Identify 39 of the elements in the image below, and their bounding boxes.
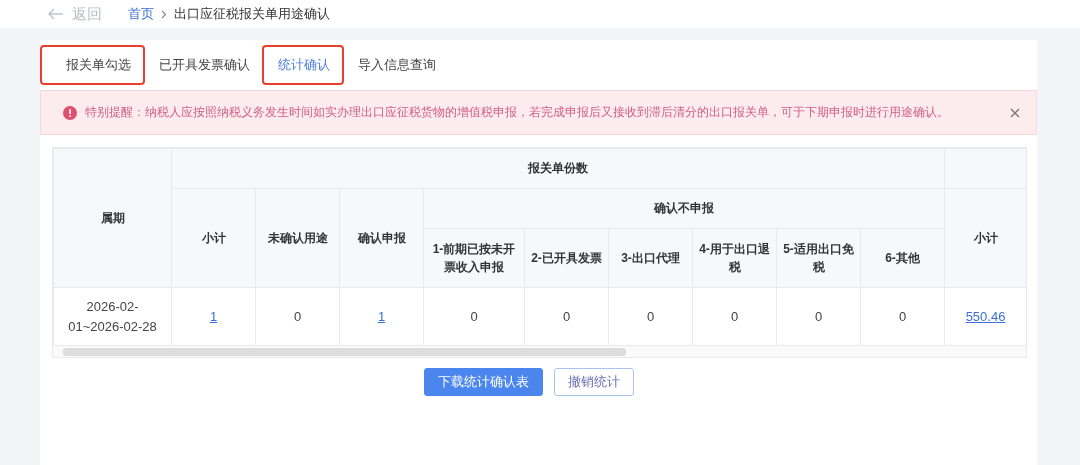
warning-icon	[63, 105, 77, 120]
chevron-right-icon	[161, 9, 167, 19]
table-cell: 0	[293, 309, 302, 324]
table-cell: 0	[470, 309, 478, 324]
column-header: 3-出口代理	[621, 251, 680, 265]
column-header: 1-前期已按未开票收入申报	[432, 242, 516, 274]
close-icon[interactable]	[1010, 107, 1020, 118]
column-header: 4-用于出口退税	[699, 242, 770, 274]
alert-message: 特别提醒：纳税人应按照纳税义务发生时间如实办理出口应征税货物的增值税申报，若完成申报后又接收到滞后清分的出口报关单，可于下期申报时进行用途确认。	[85, 104, 950, 121]
breadcrumb-link[interactable]: 首页	[128, 5, 154, 23]
column-header: 5-适用出口免税	[783, 242, 854, 274]
column-group-header: 确认不申报	[654, 201, 714, 215]
table-cell-link[interactable]: 1	[209, 309, 218, 324]
scrollbar-thumb[interactable]	[63, 348, 626, 356]
column-header: 小计	[201, 230, 226, 245]
cancel-button[interactable]: 撤销统计	[553, 368, 634, 396]
table-cell: 0	[898, 309, 907, 324]
column-header: 属期	[100, 210, 125, 225]
table-cell: 0	[814, 309, 823, 324]
tab[interactable]: 导入信息查询	[342, 45, 450, 85]
column-header: 确认申报	[357, 230, 406, 245]
column-group-header: 报关单份数	[528, 161, 588, 175]
column-header: 6-其他	[885, 251, 920, 265]
column-header: 小计	[973, 230, 998, 245]
back-arrow-icon	[48, 8, 64, 20]
breadcrumb-current: 出口应征税报关单用途确认	[174, 5, 330, 23]
table-cell: 0	[646, 309, 655, 324]
tab[interactable]: 报关单勾选	[40, 45, 145, 85]
column-header: 未确认用途	[267, 230, 328, 245]
table-cell: 0	[730, 309, 739, 324]
table-cell: 2026-02-01~2026-02-28	[68, 298, 157, 334]
tab[interactable]: 已开具发票确认	[143, 45, 264, 85]
table-cell: 0	[562, 309, 571, 324]
column-header: 2-已开具发票	[531, 251, 602, 265]
download-button[interactable]: 下载统计确认表	[423, 368, 543, 396]
table-cell-link[interactable]: 550.46	[965, 309, 1006, 324]
tab[interactable]: 统计确认	[262, 45, 344, 85]
horizontal-scrollbar[interactable]	[53, 346, 1026, 357]
table-cell-link[interactable]: 1	[377, 309, 386, 324]
